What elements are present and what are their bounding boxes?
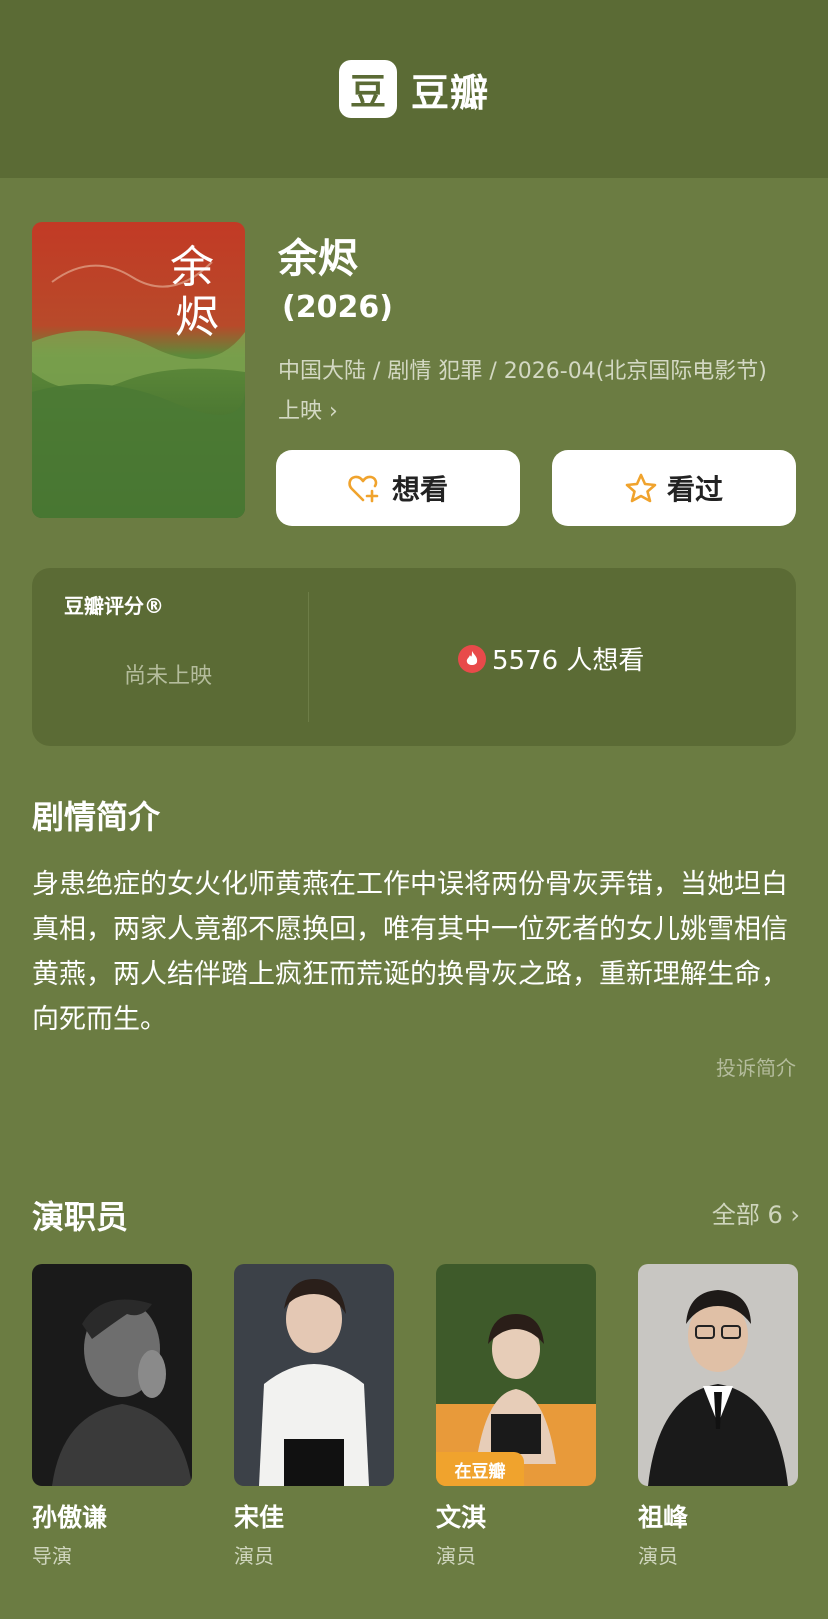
watched-label: 看过 [666,473,723,506]
rating-card: 豆瓣评分® 尚未上映 5576 人想看 [32,568,796,746]
cast-heading: 演职员 [32,1198,129,1236]
flame-icon [458,644,486,673]
rating-status: 尚未上映 [124,664,213,689]
heart-plus-icon [348,475,379,503]
poster-title-char-2: 烬 [175,292,219,343]
watched-button[interactable]: 看过 [552,450,796,526]
cast-name-3[interactable]: 文淇 [436,1498,486,1534]
cast-photo-3[interactable]: 在豆瓣 [436,1264,596,1486]
want-to-watch-label: 想看 [391,473,448,506]
cast-role-1: 导演 [32,1544,72,1568]
cast-photo-4[interactable] [638,1264,798,1486]
cast-photo-1[interactable] [32,1264,192,1486]
app-header: 豆 豆瓣 [0,0,828,178]
want-to-watch-button[interactable]: 想看 [276,450,520,526]
cast-all-link[interactable]: 全部 6 › [712,1195,800,1230]
report-synopsis-link[interactable]: 投诉简介 [716,1052,796,1081]
cast-all-label: 全部 6 [711,1201,783,1229]
cast-name-1[interactable]: 孙傲谦 [32,1498,107,1534]
chevron-right-icon: › [329,399,338,424]
movie-meta[interactable]: 中国大陆 / 剧情 犯罪 / 2026-04(北京国际电影节) 上映 › [278,352,778,432]
movie-poster[interactable]: 余 烬 [32,222,245,518]
want-count[interactable]: 5576 人想看 [458,640,644,677]
star-icon [625,473,657,503]
cast-name-4[interactable]: 祖峰 [638,1498,688,1534]
movie-meta-text: 中国大陆 / 剧情 犯罪 / 2026-04(北京国际电影节) 上映 [278,359,767,424]
app-name[interactable]: 豆瓣 [411,62,489,117]
synopsis-heading: 剧情简介 [32,798,161,836]
synopsis-text: 身患绝症的女火化师黄燕在工作中误将两份骨灰弄错，当她坦白真相，两家人竟都不愿换回… [32,869,788,1035]
on-douban-badge: 在豆瓣 [436,1452,524,1486]
cast-role-3: 演员 [436,1544,476,1568]
cast-role-2: 演员 [234,1544,274,1568]
divider [308,592,309,722]
rating-label: 豆瓣评分® [64,594,164,618]
cast-role-4: 演员 [638,1544,678,1568]
want-count-text: 5576 人想看 [492,646,645,676]
movie-title: 余烬 [278,236,358,282]
cast-photo-2[interactable] [234,1264,394,1486]
chevron-right-icon: › [790,1201,800,1229]
movie-year: (2026) [282,290,393,325]
poster-title-char-1: 余 [170,242,214,293]
douban-logo-icon[interactable]: 豆 [338,60,397,118]
cast-name-2[interactable]: 宋佳 [234,1498,284,1534]
